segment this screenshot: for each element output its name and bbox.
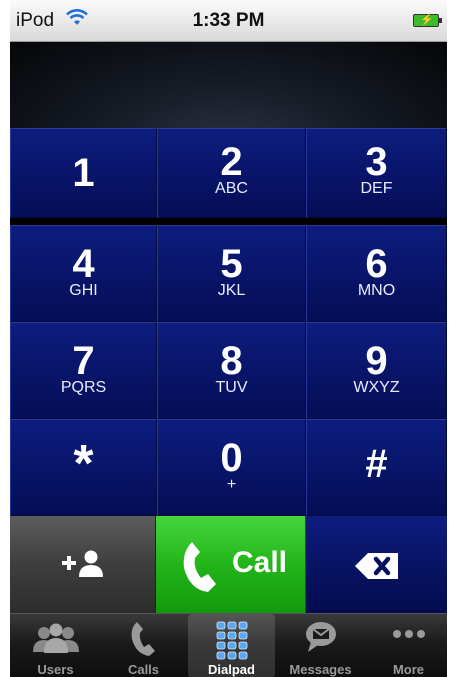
key-1[interactable]: 1 — [10, 128, 157, 218]
phone-icon — [100, 620, 187, 656]
key-digit: 2 — [220, 140, 243, 184]
tab-label: Users — [37, 662, 74, 677]
call-label: Call — [232, 546, 288, 579]
key-letters: + — [226, 476, 237, 493]
key-letters: PQRS — [60, 379, 107, 396]
clock: 1:33 PM — [192, 10, 265, 31]
key-2[interactable]: 2 ABC — [157, 128, 306, 218]
message-icon — [277, 620, 364, 656]
tab-label: Dialpad — [208, 662, 255, 677]
key-5[interactable]: 5 JKL — [157, 225, 306, 322]
tab-messages[interactable]: Messages — [277, 614, 364, 677]
call-button[interactable]: Call — [156, 516, 305, 613]
key-digit: * — [73, 435, 94, 493]
key-digit: 7 — [72, 339, 95, 383]
key-letters: MNO — [357, 282, 396, 299]
key-letters: WXYZ — [353, 379, 400, 396]
tab-label: More — [392, 662, 425, 677]
key-digit: 5 — [220, 242, 243, 286]
key-hash[interactable]: # — [306, 419, 447, 516]
tab-more[interactable]: More — [365, 614, 447, 677]
key-4[interactable]: 4 GHI — [10, 225, 157, 322]
phone-screen: iPod 1:33 PM ⚡ 1 2 ABC 3 DEF 4 GHI 5 JKL… — [10, 0, 447, 677]
key-letters: TUV — [215, 379, 248, 396]
key-letters: ABC — [215, 180, 248, 197]
status-bar: iPod 1:33 PM ⚡ — [10, 0, 447, 42]
backspace-icon — [354, 552, 400, 585]
tab-users[interactable]: Users — [12, 614, 99, 677]
tab-calls[interactable]: Calls — [100, 614, 187, 677]
key-digit: 4 — [72, 242, 95, 286]
key-star[interactable]: * — [10, 419, 157, 516]
add-contact-button[interactable] — [10, 516, 156, 613]
tab-label: Messages — [289, 662, 352, 677]
key-3[interactable]: 3 DEF — [306, 128, 447, 218]
dialpad-icon — [188, 620, 275, 660]
key-digit: # — [365, 442, 388, 486]
key-digit: 6 — [365, 242, 388, 286]
key-digit: 1 — [72, 151, 95, 195]
tab-label: Calls — [127, 662, 160, 677]
more-icon — [365, 620, 447, 656]
key-6[interactable]: 6 MNO — [306, 225, 447, 322]
key-digit: 3 — [365, 140, 388, 184]
key-0[interactable]: 0 + — [157, 419, 306, 516]
key-letters: GHI — [69, 282, 98, 299]
key-9[interactable]: 9 WXYZ — [306, 322, 447, 419]
key-8[interactable]: 8 TUV — [157, 322, 306, 419]
tab-bar: Users Calls Dialpad Messages More — [10, 613, 447, 677]
number-display[interactable] — [10, 42, 447, 128]
key-letters: JKL — [217, 282, 246, 299]
key-letters: DEF — [360, 180, 393, 197]
tab-dialpad[interactable]: Dialpad — [188, 614, 275, 677]
key-digit: 8 — [220, 339, 243, 383]
users-icon — [12, 620, 99, 656]
backspace-button[interactable] — [305, 516, 447, 613]
battery-icon: ⚡ — [413, 14, 442, 27]
key-7[interactable]: 7 PQRS — [10, 322, 157, 419]
add-contact-icon — [62, 550, 106, 583]
key-digit: 0 — [220, 436, 243, 480]
phone-handset-icon — [178, 540, 218, 599]
key-digit: 9 — [365, 339, 388, 383]
